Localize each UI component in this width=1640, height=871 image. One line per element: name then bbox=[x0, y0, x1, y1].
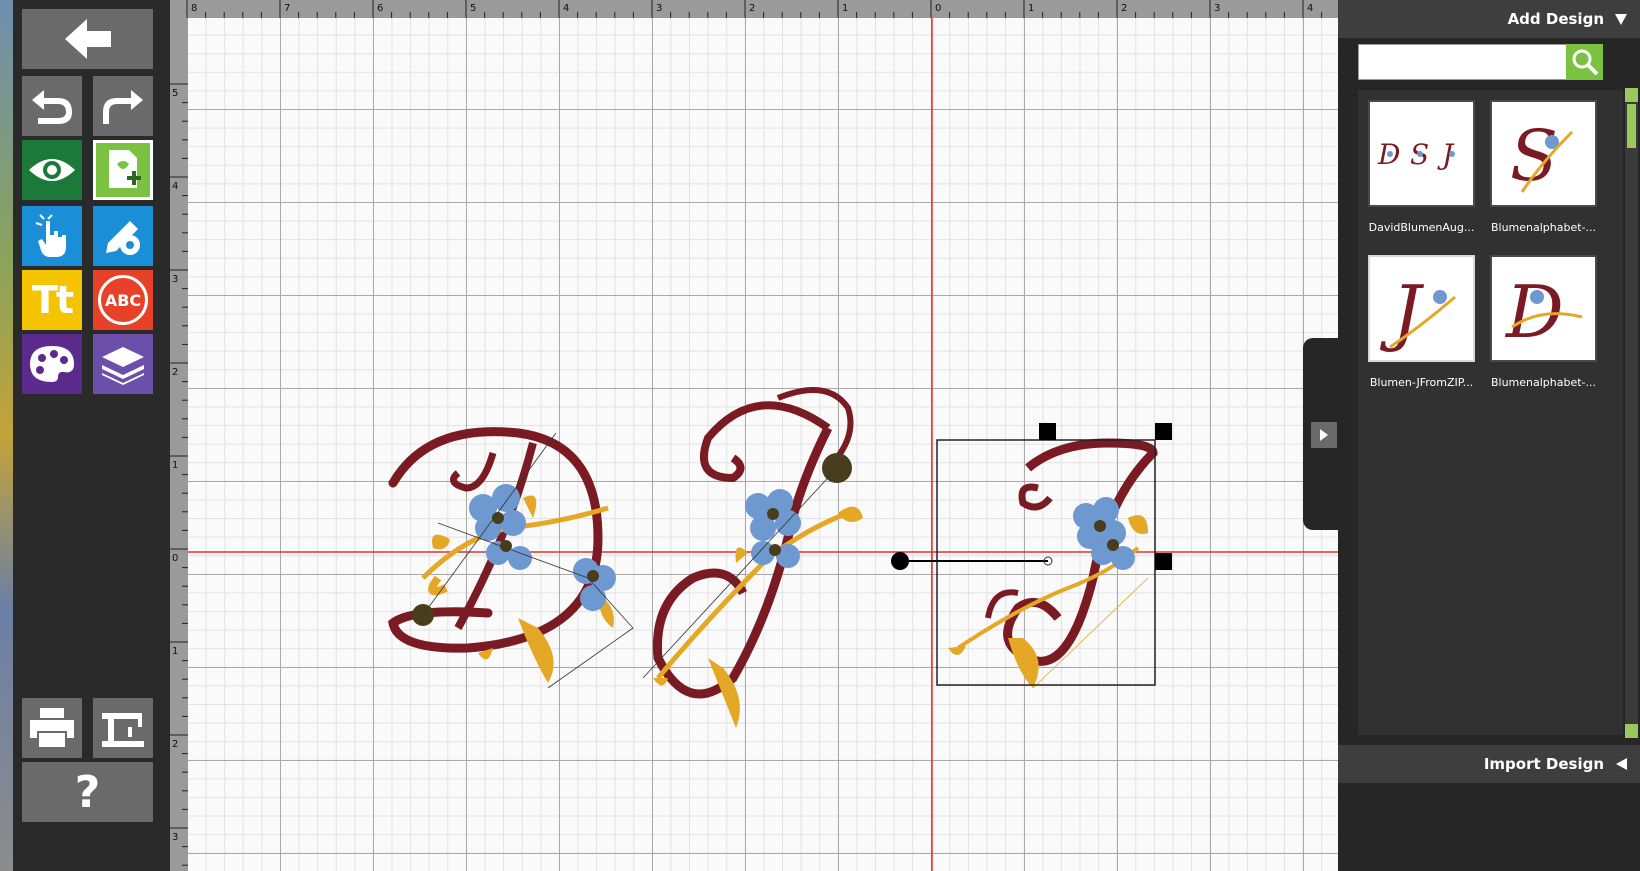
text-tool-label: Tt bbox=[31, 278, 74, 322]
thumbnail-item[interactable]: S Blumenalphabet-... bbox=[1486, 100, 1601, 234]
thumbnail-item-selected[interactable]: J Blumen-JFromZIP... bbox=[1364, 255, 1479, 389]
undo-button[interactable] bbox=[22, 76, 82, 136]
canvas-drawing bbox=[188, 18, 1338, 871]
top-ruler-ticks: 8 7 6 5 4 3 2 1 0 1 2 3 4 bbox=[186, 0, 1323, 18]
preview-button[interactable] bbox=[22, 140, 82, 200]
ruler-label: 3 bbox=[172, 832, 178, 843]
send-to-machine-button[interactable] bbox=[93, 698, 153, 758]
ruler-label: 4 bbox=[1307, 3, 1313, 14]
ruler-label: 0 bbox=[172, 553, 178, 564]
resize-handle-corner[interactable] bbox=[1155, 423, 1172, 440]
monogram-button[interactable]: ABC bbox=[93, 270, 153, 330]
ruler-label: 1 bbox=[1028, 3, 1034, 14]
back-button[interactable] bbox=[22, 9, 153, 69]
triangle-down-icon bbox=[1615, 14, 1627, 25]
thumbnail-image: J bbox=[1368, 255, 1475, 362]
top-ruler: 8 7 6 5 4 3 2 1 0 1 2 3 4 bbox=[170, 0, 1338, 18]
monogram-label: ABC bbox=[104, 290, 142, 310]
import-design-label: Import Design bbox=[1483, 755, 1604, 773]
select-button[interactable] bbox=[22, 206, 82, 266]
resize-handle-top[interactable] bbox=[1039, 423, 1056, 440]
resize-handle-right[interactable] bbox=[1155, 553, 1172, 570]
ruler-label: 2 bbox=[172, 367, 178, 378]
thumbnail-item[interactable]: D Blumenalphabet-... bbox=[1486, 255, 1601, 389]
panel-collapse-tab bbox=[1303, 338, 1341, 530]
ruler-label: 3 bbox=[1214, 3, 1220, 14]
colors-button[interactable] bbox=[22, 334, 82, 394]
search-input[interactable] bbox=[1359, 45, 1577, 79]
thumbnail-image: S bbox=[1490, 100, 1597, 207]
design-thumbnail-list: DSJ DavidBlumenAug... S Blumenalphabet-.… bbox=[1358, 90, 1623, 735]
ruler-label: 1 bbox=[172, 460, 178, 471]
panel-toggle-button[interactable] bbox=[1311, 422, 1337, 448]
ruler-label: 8 bbox=[191, 3, 197, 14]
add-design-header[interactable]: Add Design bbox=[1338, 0, 1640, 38]
design-letter-d[interactable] bbox=[388, 427, 634, 689]
help-button[interactable]: ? bbox=[22, 762, 153, 822]
ruler-label: 3 bbox=[172, 274, 178, 285]
ruler-label: 5 bbox=[172, 88, 178, 99]
thumbnail-image: D bbox=[1490, 255, 1597, 362]
layers-button[interactable] bbox=[93, 334, 153, 394]
ruler-label: 2 bbox=[749, 3, 755, 14]
import-design-bar[interactable]: Import Design bbox=[1338, 745, 1640, 783]
redo-button[interactable] bbox=[93, 76, 153, 136]
design-letter-s[interactable] bbox=[642, 387, 863, 728]
palette-icon bbox=[30, 346, 74, 382]
thumbnail-label: Blumen-JFromZIP... bbox=[1369, 376, 1474, 389]
add-design-icon bbox=[109, 150, 141, 188]
left-ruler-ticks: 5 4 3 2 1 0 1 2 3 bbox=[170, 83, 188, 866]
ruler-label: 2 bbox=[172, 739, 178, 750]
thumbnail-scrollbar[interactable] bbox=[1625, 88, 1638, 738]
design-canvas[interactable] bbox=[188, 18, 1338, 871]
ruler-label: 6 bbox=[377, 3, 383, 14]
eye-icon bbox=[29, 159, 75, 181]
ruler-label: 5 bbox=[470, 3, 476, 14]
scroll-down-arrow[interactable] bbox=[1625, 724, 1638, 738]
select-hand-icon bbox=[35, 214, 66, 257]
ruler-label: 1 bbox=[172, 646, 178, 657]
back-arrow-icon bbox=[64, 19, 111, 59]
add-design-button[interactable] bbox=[93, 140, 153, 200]
help-label: ? bbox=[74, 766, 101, 818]
search-icon bbox=[1572, 49, 1598, 76]
monogram-badge-icon: ABC bbox=[98, 275, 148, 325]
edit-settings-icon bbox=[106, 221, 140, 255]
undo-icon bbox=[32, 90, 72, 124]
desktop-edge bbox=[0, 0, 13, 871]
ruler-label: 2 bbox=[1121, 3, 1127, 14]
ruler-label: 1 bbox=[842, 3, 848, 14]
search-field[interactable] bbox=[1358, 44, 1578, 80]
search-button[interactable] bbox=[1566, 44, 1603, 80]
ruler-label: 7 bbox=[284, 3, 290, 14]
sewing-machine-icon bbox=[102, 713, 144, 747]
thumbnail-label: DavidBlumenAug... bbox=[1368, 221, 1475, 234]
printer-icon bbox=[30, 708, 74, 749]
left-ruler: 5 4 3 2 1 0 1 2 3 bbox=[170, 18, 188, 871]
thumbnail-image: DSJ bbox=[1368, 100, 1475, 207]
thumbnail-label: Blumenalphabet-... bbox=[1490, 221, 1597, 234]
ruler-label: 4 bbox=[563, 3, 569, 14]
ruler-label: 0 bbox=[935, 3, 941, 14]
panel-title: Add Design bbox=[1507, 10, 1604, 28]
svg-text:D: D bbox=[1504, 270, 1564, 354]
redo-icon bbox=[103, 90, 143, 124]
rotate-handle[interactable] bbox=[891, 552, 909, 570]
design-letter-j[interactable] bbox=[948, 438, 1158, 689]
ruler-label: 4 bbox=[172, 181, 178, 192]
text-button[interactable]: Tt bbox=[22, 270, 82, 330]
ruler-label: 3 bbox=[656, 3, 662, 14]
edit-button[interactable] bbox=[93, 206, 153, 266]
add-design-panel: Add Design DSJ DavidBlumenAug... S Blume… bbox=[1338, 0, 1640, 871]
scroll-up-arrow[interactable] bbox=[1625, 88, 1638, 102]
thumbnail-item[interactable]: DSJ DavidBlumenAug... bbox=[1364, 100, 1479, 234]
thumbnail-label: Blumenalphabet-... bbox=[1490, 376, 1597, 389]
triangle-left-icon bbox=[1616, 758, 1627, 770]
print-button[interactable] bbox=[22, 698, 82, 758]
layers-icon bbox=[102, 347, 144, 385]
left-toolbar: Tt ABC ? bbox=[13, 0, 170, 871]
svg-text:J: J bbox=[1379, 270, 1425, 354]
triangle-right-icon bbox=[1320, 429, 1328, 441]
scroll-thumb[interactable] bbox=[1627, 104, 1636, 148]
